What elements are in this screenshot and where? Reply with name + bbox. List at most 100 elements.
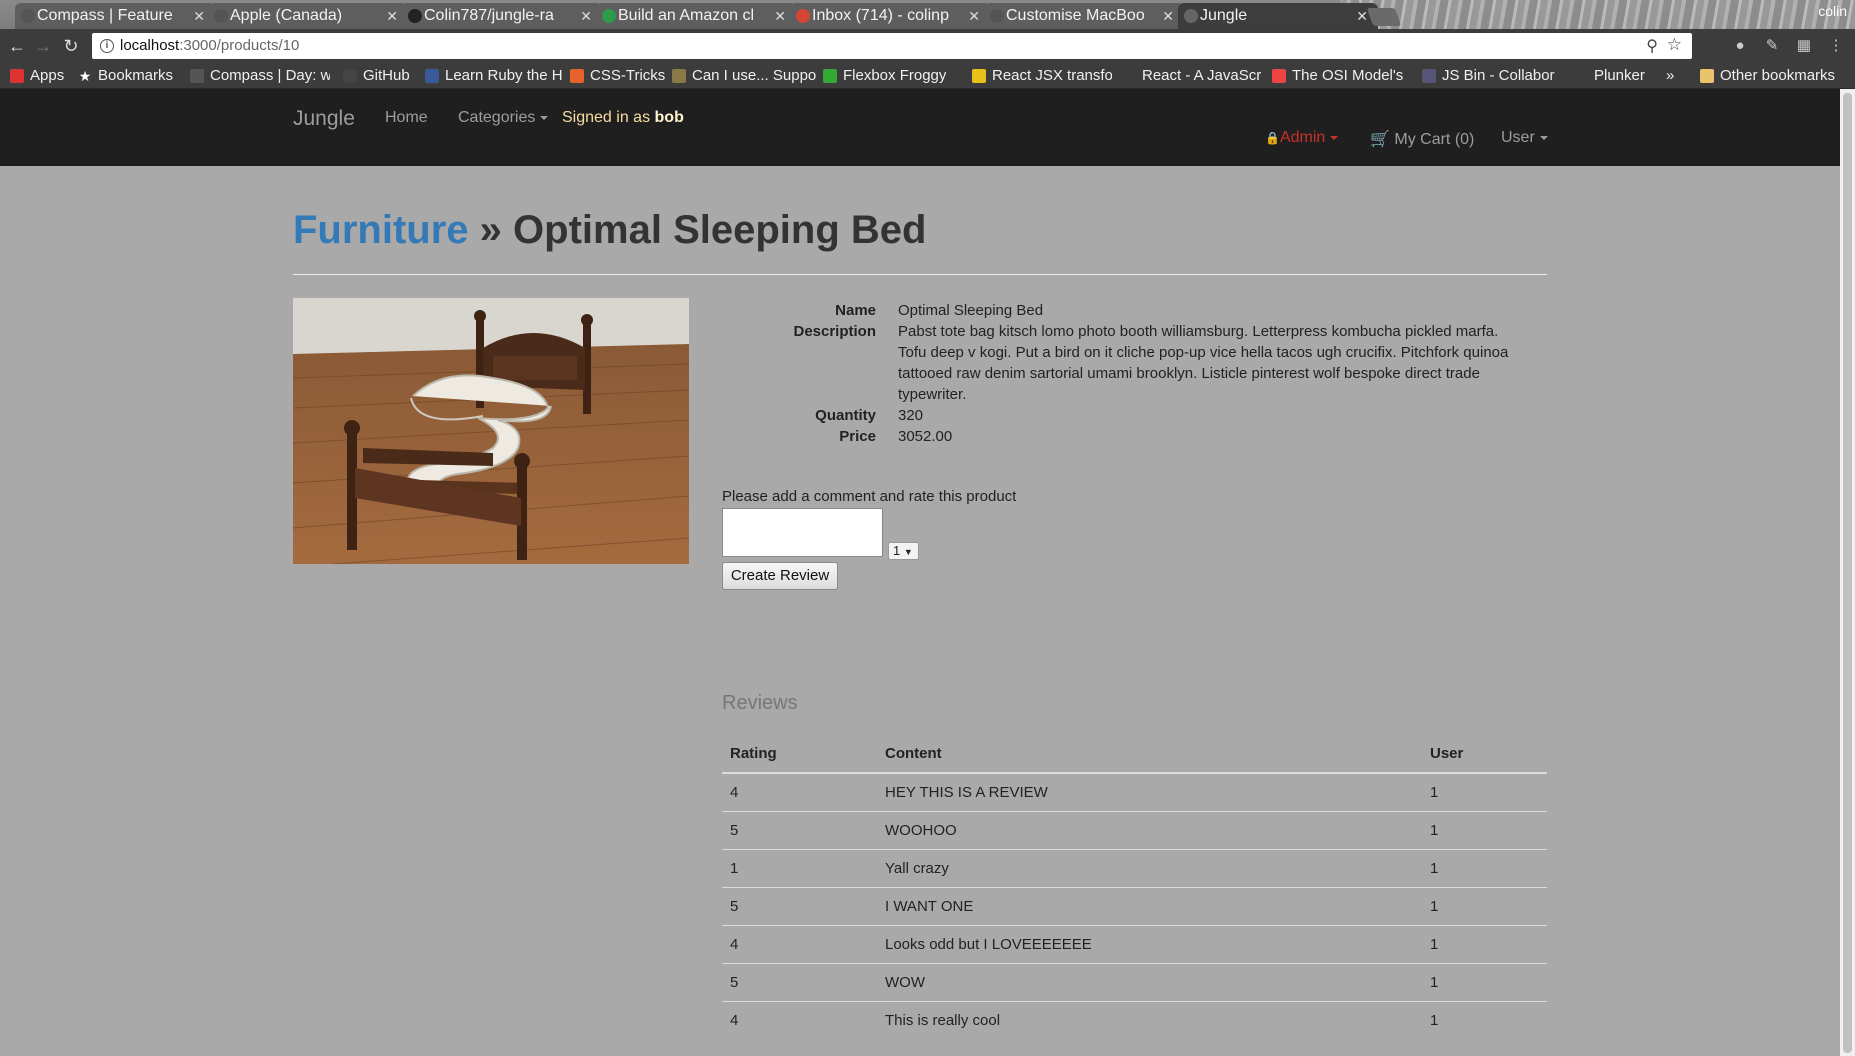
nav-home-link[interactable]: Home bbox=[385, 109, 428, 127]
tab-title: Jungle bbox=[1200, 7, 1248, 24]
extension-grid-icon[interactable]: ▦ bbox=[1795, 37, 1813, 55]
extension-lightbulb-icon[interactable]: ● bbox=[1731, 37, 1749, 55]
caniuse-icon bbox=[672, 68, 686, 83]
bookmark-label: » bbox=[1666, 67, 1675, 84]
page-title: Furniture » Optimal Sleeping Bed bbox=[293, 208, 927, 252]
close-icon[interactable]: ✕ bbox=[1162, 8, 1174, 25]
address-bar[interactable]: i localhost:3000/products/10 ⚲ ☆ bbox=[92, 33, 1692, 59]
browser-tab[interactable]: Colin787/jungle-ra ✕ bbox=[402, 3, 602, 29]
close-icon[interactable]: ✕ bbox=[1356, 8, 1368, 25]
review-prompt: Please add a comment and rate this produ… bbox=[722, 488, 1017, 505]
brand-link[interactable]: Jungle bbox=[293, 107, 355, 131]
bookmark-item[interactable]: CSS-Tricks bbox=[570, 67, 665, 84]
column-header-rating: Rating bbox=[722, 735, 877, 774]
product-description-value: Pabst tote bag kitsch lomo photo booth w… bbox=[898, 323, 1509, 403]
bookmarks-bar: Apps ★ Bookmarks Compass | Day: w GitHub Lear… bbox=[0, 63, 1855, 89]
product-image bbox=[293, 298, 689, 564]
detail-row-quantity: Quantity 320 bbox=[700, 405, 1550, 426]
bookmark-item[interactable]: Apps bbox=[10, 67, 64, 84]
table-row: 1 Yall crazy 1 bbox=[722, 848, 1547, 887]
scrollbar-thumb[interactable] bbox=[1843, 93, 1852, 1053]
bookmark-label: Can I use... Suppo bbox=[692, 67, 817, 84]
extension-pen-icon[interactable]: ✎ bbox=[1763, 37, 1781, 55]
page-scrollbar[interactable] bbox=[1840, 89, 1855, 1056]
bookmark-item[interactable]: Plunker bbox=[1574, 67, 1645, 84]
browser-tab[interactable]: Jungle ✕ bbox=[1178, 3, 1378, 29]
review-rating-cell: 5 bbox=[722, 810, 877, 849]
zoom-icon[interactable]: ⚲ bbox=[1646, 36, 1658, 56]
review-user-cell: 1 bbox=[1422, 1000, 1547, 1039]
close-icon[interactable]: ✕ bbox=[968, 8, 980, 25]
reviews-heading: Reviews bbox=[722, 692, 798, 714]
bookmark-item[interactable]: Flexbox Froggy bbox=[823, 67, 946, 84]
comment-textarea[interactable] bbox=[722, 508, 883, 557]
document-icon bbox=[425, 68, 439, 83]
bookmark-star-icon[interactable]: ☆ bbox=[1667, 35, 1682, 55]
browser-tab[interactable]: Apple (Canada) ✕ bbox=[208, 3, 408, 29]
rating-select[interactable]: 1 ▼ bbox=[888, 542, 919, 560]
bookmark-label: The OSI Model's bbox=[1292, 67, 1404, 84]
bookmark-label: Bookmarks bbox=[98, 67, 174, 84]
nav-cart-link[interactable]: 🛒 My Cart (0) bbox=[1370, 129, 1474, 149]
product-quantity-value: 320 bbox=[898, 407, 924, 424]
browser-tab[interactable]: Inbox (714) - colinp ✕ bbox=[790, 3, 990, 29]
bookmark-item[interactable]: GitHub bbox=[343, 67, 410, 84]
compass-icon bbox=[190, 68, 204, 83]
forward-arrow-icon[interactable]: → bbox=[32, 35, 54, 57]
nav-user-dropdown[interactable]: User bbox=[1501, 129, 1548, 147]
bookmark-label: CSS-Tricks bbox=[590, 67, 665, 84]
page-icon bbox=[1184, 9, 1198, 23]
bookmark-item[interactable]: Can I use... Suppo bbox=[672, 67, 816, 84]
browser-tab[interactable]: Customise MacBoo ✕ bbox=[984, 3, 1184, 29]
category-link[interactable]: Furniture bbox=[293, 208, 469, 252]
bookmark-item[interactable]: Compass | Day: w bbox=[190, 67, 330, 84]
close-icon[interactable]: ✕ bbox=[386, 8, 398, 25]
review-content-cell: WOW bbox=[877, 962, 1422, 1001]
bookmark-item[interactable]: Other bookmarks bbox=[1700, 67, 1835, 84]
info-icon[interactable]: i bbox=[100, 39, 114, 53]
close-icon[interactable]: ✕ bbox=[193, 8, 205, 25]
detail-row-price: Price 3052.00 bbox=[700, 426, 1550, 447]
header-divider bbox=[293, 274, 1547, 275]
signed-in-text: Signed in as bob bbox=[562, 109, 684, 126]
back-arrow-icon[interactable]: ← bbox=[6, 35, 28, 57]
bookmarks-overflow-button[interactable]: » bbox=[1666, 67, 1674, 84]
bookmark-item[interactable]: Learn Ruby the H bbox=[425, 67, 563, 84]
product-details: Name Optimal Sleeping Bed Description Pabs… bbox=[700, 300, 1550, 447]
menu-icon[interactable]: ⋮ bbox=[1827, 37, 1845, 55]
review-content-cell: Looks odd but I LOVEEEEEEE bbox=[877, 924, 1422, 963]
bookmark-label: JS Bin - Collabor bbox=[1442, 67, 1555, 84]
bookmark-label: React - A JavaScri bbox=[1142, 67, 1262, 84]
review-content-cell: This is really cool bbox=[877, 1000, 1422, 1039]
nav-categories-dropdown[interactable]: Categories bbox=[458, 109, 549, 127]
url-text[interactable]: localhost:3000/products/10 bbox=[120, 37, 299, 54]
review-content-cell: WOOHOO bbox=[877, 810, 1422, 849]
nav-admin-dropdown[interactable]: 🔒Admin bbox=[1265, 129, 1339, 147]
product-name-value: Optimal Sleeping Bed bbox=[898, 302, 1044, 319]
table-row: 4 HEY THIS IS A REVIEW 1 bbox=[722, 772, 1547, 811]
bookmark-label: Apps bbox=[30, 67, 65, 84]
browser-tab[interactable]: Build an Amazon cl ✕ bbox=[596, 3, 796, 29]
profile-name[interactable]: colin bbox=[1818, 3, 1847, 19]
create-review-button[interactable]: Create Review bbox=[722, 562, 838, 590]
close-icon[interactable]: ✕ bbox=[774, 8, 786, 25]
browser-tab[interactable]: Compass | Feature ✕ bbox=[15, 3, 215, 29]
udemy-icon bbox=[602, 9, 616, 23]
bookmark-label: Compass | Day: w bbox=[210, 67, 330, 84]
review-content-cell: Yall crazy bbox=[877, 848, 1422, 887]
bookmark-item[interactable]: JS Bin - Collabor bbox=[1422, 67, 1555, 84]
review-user-cell: 1 bbox=[1422, 924, 1547, 963]
apple-icon bbox=[990, 9, 1004, 23]
bookmark-item[interactable]: React JSX transfo bbox=[972, 67, 1112, 84]
bookmark-item[interactable]: The OSI Model's bbox=[1272, 67, 1403, 84]
plunker-icon bbox=[1574, 68, 1588, 83]
table-row: 4 This is really cool 1 bbox=[722, 1000, 1547, 1039]
bookmark-item[interactable]: React - A JavaScri bbox=[1122, 67, 1262, 84]
bookmark-label: Flexbox Froggy bbox=[843, 67, 947, 84]
close-icon[interactable]: ✕ bbox=[580, 8, 592, 25]
review-rating-cell: 4 bbox=[722, 772, 877, 811]
tab-title: Inbox (714) - colinp bbox=[812, 7, 949, 24]
bookmark-item[interactable]: ★ Bookmarks bbox=[78, 67, 173, 84]
product-price-value: 3052.00 bbox=[898, 428, 953, 445]
reload-icon[interactable]: ↻ bbox=[60, 35, 82, 57]
